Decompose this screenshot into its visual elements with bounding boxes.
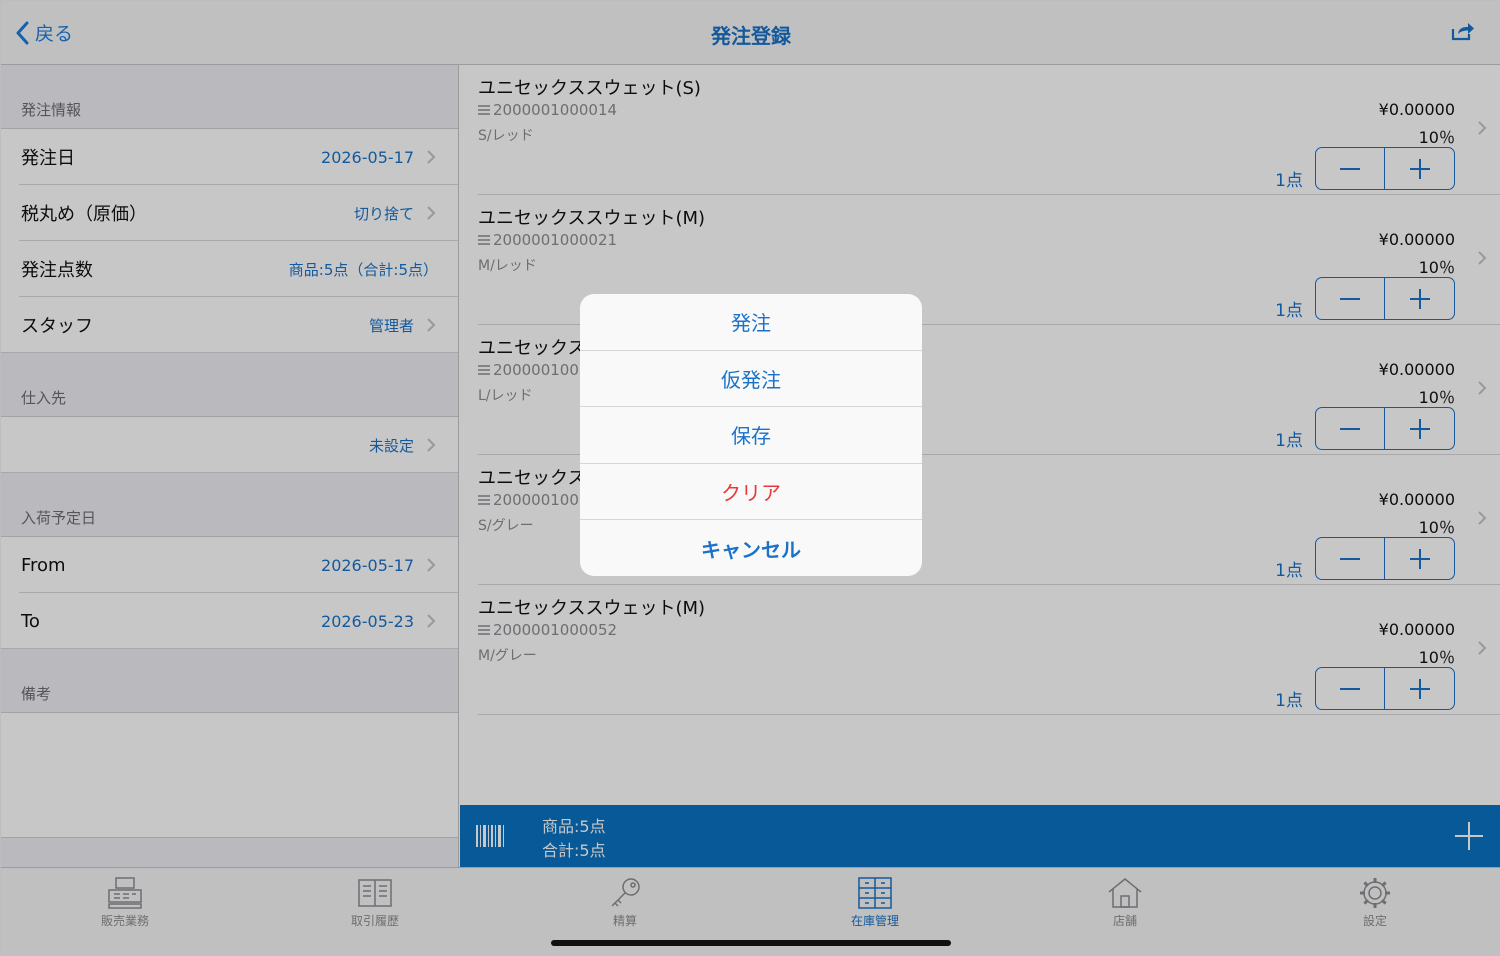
order-button[interactable]: 発注 <box>580 294 922 351</box>
provisional-order-button[interactable]: 仮発注 <box>580 351 922 407</box>
cancel-button[interactable]: キャンセル <box>580 520 922 576</box>
home-indicator <box>551 940 951 946</box>
order-registration-screen: 戻る 発注登録 発注情報 発注日 2026-05-17 税丸め（原価） 切り捨て… <box>0 0 1500 956</box>
action-sheet: 発注 仮発注 保存 クリア キャンセル <box>580 294 922 576</box>
save-button[interactable]: 保存 <box>580 407 922 464</box>
clear-button[interactable]: クリア <box>580 464 922 520</box>
